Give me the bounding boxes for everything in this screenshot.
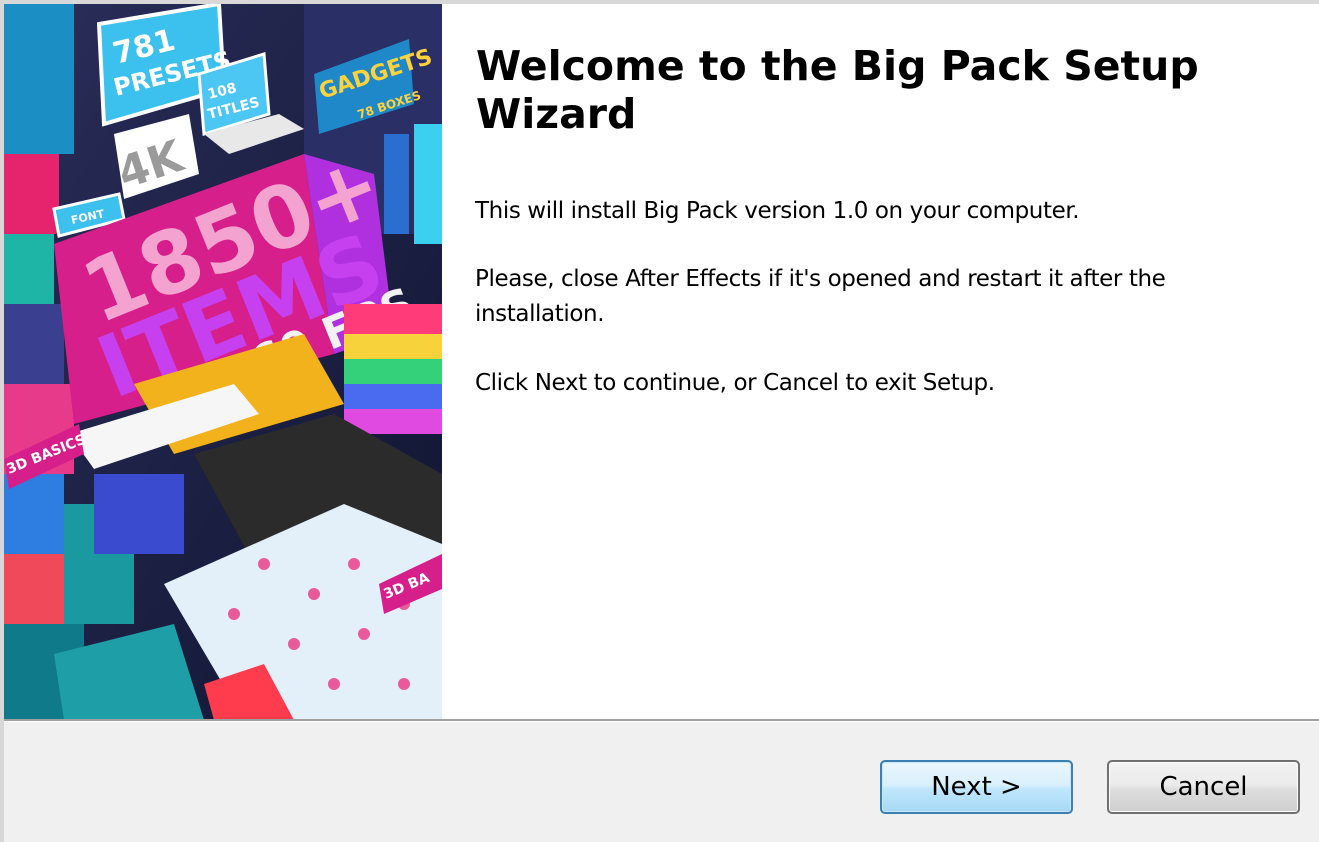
next-button-label: Next > <box>931 772 1022 802</box>
wizard-banner-image: 781 PRESETS 108 TITLES GADGETS 78 BOXES … <box>4 4 442 720</box>
wizard-title: Welcome to the Big Pack Setup Wizard <box>476 42 1199 138</box>
continue-instructions-text: Click Next to continue, or Cancel to exi… <box>475 370 995 396</box>
wizard-content-panel: Welcome to the Big Pack Setup Wizard Thi… <box>442 4 1319 720</box>
install-info-text: This will install Big Pack version 1.0 o… <box>475 198 1080 224</box>
cancel-button-label: Cancel <box>1159 772 1248 802</box>
footer-divider <box>4 719 1319 722</box>
next-button[interactable]: Next > <box>880 760 1073 814</box>
close-after-effects-text: Please, close After Effects if it's open… <box>475 266 1166 327</box>
banner-artwork: 781 PRESETS 108 TITLES GADGETS 78 BOXES … <box>4 4 442 720</box>
cancel-button[interactable]: Cancel <box>1107 760 1300 814</box>
setup-wizard-window: 781 PRESETS 108 TITLES GADGETS 78 BOXES … <box>0 0 1319 842</box>
